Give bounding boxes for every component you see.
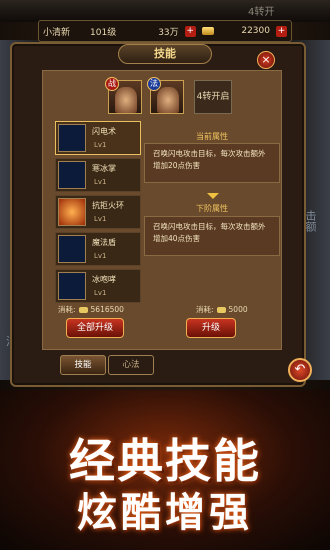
cost-label: 消耗: — [58, 305, 76, 314]
add-ingot-button[interactable]: + — [276, 25, 287, 37]
cost-all: 消耗: 5616500 — [58, 304, 124, 315]
skill-name: 闪电术 — [92, 127, 116, 136]
cost-value: 5000 — [228, 305, 248, 314]
tab-skill[interactable]: 技能 — [60, 355, 106, 375]
player-name: 小清新 — [43, 27, 71, 38]
ice-roar-icon — [58, 272, 86, 300]
frost-icon — [58, 161, 86, 189]
current-attr-title: 当前属性 — [196, 132, 228, 141]
cost-label: 消耗: — [196, 305, 214, 314]
current-attr-text: 召唤闪电攻击目标，每次攻击额外增加20点伤害 — [144, 143, 280, 183]
skill-item-lightning[interactable]: 闪电术 Lv1 — [55, 121, 141, 155]
panel-title: 技能 — [118, 44, 212, 64]
add-gold-button[interactable]: + — [184, 25, 196, 37]
next-attr-text: 召唤闪电攻击目标，每次攻击额外增加40点伤害 — [144, 216, 280, 256]
top-label: 4转开 — [248, 7, 275, 18]
back-button[interactable]: ↶ — [288, 358, 312, 382]
fire-ring-icon — [58, 198, 86, 226]
close-button[interactable]: × — [257, 51, 275, 69]
skill-item-ice-roar[interactable]: 冰咆哮 Lv1 — [55, 269, 141, 303]
upgrade-button[interactable]: 升级 — [186, 318, 236, 338]
cost-one: 消耗: 5000 — [196, 304, 248, 315]
skill-item-fire-ring[interactable]: 抗拒火环 Lv1 — [55, 195, 141, 229]
class-tab-warrior[interactable]: 战 — [105, 77, 142, 114]
upgrade-all-button[interactable]: 全部升级 — [66, 318, 124, 338]
ingot-icon — [201, 27, 214, 35]
ingot-amount: 22300 — [241, 26, 270, 36]
skill-name: 魔法盾 — [92, 238, 116, 247]
skill-item-frost[interactable]: 寒冰掌 Lv1 — [55, 158, 141, 192]
coin-icon — [78, 306, 88, 313]
skill-level: Lv1 — [94, 215, 107, 223]
cost-value: 5616500 — [90, 305, 124, 314]
skill-level: Lv1 — [94, 141, 107, 149]
skill-name: 抗拒火环 — [92, 201, 124, 210]
tab-mind[interactable]: 心法 — [108, 355, 154, 375]
class-tab-locked[interactable]: 4转开启 — [194, 80, 232, 114]
mage-portrait-icon — [157, 87, 179, 113]
skill-item-magic-shield[interactable]: 魔法盾 Lv1 — [55, 232, 141, 266]
shield-icon — [58, 235, 86, 263]
mage-badge: 法 — [147, 77, 161, 91]
player-level: 101级 — [90, 27, 117, 38]
status-bar: 小清新 101级 33万 + 22300 + — [38, 20, 292, 42]
skill-level: Lv1 — [94, 178, 107, 186]
warrior-badge: 战 — [105, 77, 119, 91]
chevron-down-icon — [207, 193, 219, 199]
slogan-line-2: 炫酷增强 — [77, 489, 253, 536]
skill-level: Lv1 — [94, 252, 107, 260]
skill-level: Lv1 — [94, 289, 107, 297]
top-ornament — [0, 0, 330, 22]
skill-name: 冰咆哮 — [92, 275, 116, 284]
next-attr-title: 下阶属性 — [196, 204, 228, 213]
warrior-portrait-icon — [115, 87, 137, 113]
class-tab-mage[interactable]: 法 — [147, 77, 184, 114]
lightning-icon — [58, 124, 86, 152]
coin-icon — [216, 306, 226, 313]
gold-amount: 33万 — [158, 27, 179, 38]
skill-name: 寒冰掌 — [92, 164, 116, 173]
